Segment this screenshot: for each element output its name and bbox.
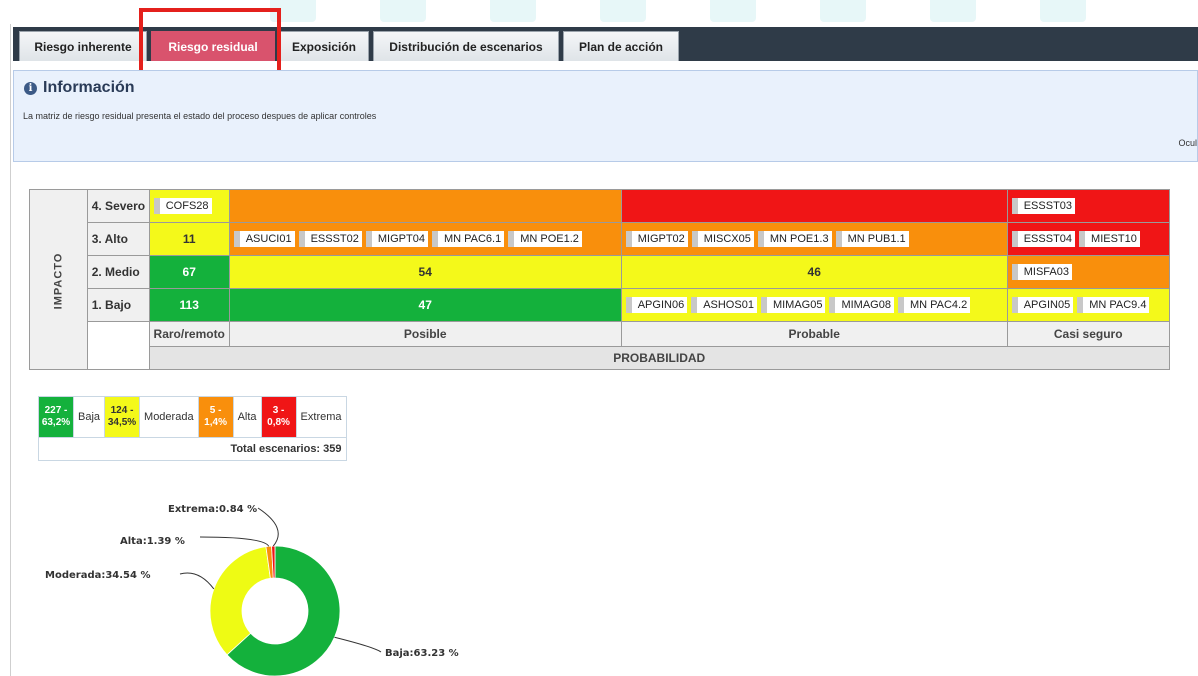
scenario-tag[interactable]: ESSST03	[1011, 198, 1076, 214]
donut-label-moderada: Moderada:34.54 %	[45, 570, 150, 581]
tab-riesgo-inherente[interactable]: Riesgo inherente	[19, 31, 147, 61]
risk-legend: 227 -63,2% Baja 124 -34,5% Moderada 5 -1…	[38, 396, 347, 461]
cell-medio-probable-count[interactable]: 46	[620, 255, 1008, 289]
cell-severo-casi-seguro: ESSST03	[1006, 189, 1170, 223]
cell-alto-probable: MIGPT02 MISCX05 MN POE1.3 MN PUB1.1	[620, 222, 1008, 256]
scenario-tag[interactable]: MN PAC9.4	[1077, 297, 1150, 313]
legend-label-extrema: Extrema	[295, 396, 347, 438]
cell-alto-posible: ASUCI01 ESSST02 MIGPT04 MN PAC6.1 MN POE1.2	[228, 222, 622, 256]
risk-donut-chart: Baja:63.23 % Moderada:34.54 % Alta:1.39 % E…	[45, 504, 459, 676]
risk-matrix: IMPACTO 4. Severo COFS28 ESSST03 3. Alto…	[29, 189, 1170, 370]
legend-label-baja: Baja	[72, 396, 106, 438]
info-description: La matriz de riesgo residual presenta el…	[23, 111, 377, 121]
cell-severo-raro: COFS28	[148, 189, 230, 223]
cell-medio-casi-seguro: MISFA03	[1006, 255, 1170, 289]
background-watermark	[230, 0, 1198, 24]
donut-leader-line	[334, 636, 382, 653]
tab-distribucion-escenarios[interactable]: Distribución de escenarios	[373, 31, 559, 61]
hide-info-link[interactable]: Ocul	[1178, 138, 1197, 148]
legend-swatch-extrema: 3 -0,8%	[260, 396, 297, 438]
tab-plan-de-accion[interactable]: Plan de acción	[563, 31, 679, 61]
cell-severo-posible	[228, 189, 622, 223]
legend-swatch-alta: 5 -1,4%	[197, 396, 234, 438]
cell-severo-probable	[620, 189, 1008, 223]
cell-alto-raro-count[interactable]: 11	[148, 222, 230, 256]
col-header-probable: Probable	[620, 321, 1008, 347]
matrix-corner-bottom	[86, 346, 150, 370]
row-label-alto: 3. Alto	[86, 222, 150, 256]
cell-bajo-casi-seguro: APGIN05 MN PAC9.4	[1006, 288, 1170, 322]
donut-label-baja: Baja:63.23 %	[385, 648, 459, 659]
donut-leader-line	[199, 536, 270, 547]
matrix-corner	[86, 321, 150, 347]
col-header-posible: Posible	[228, 321, 622, 347]
donut-label-alta: Alta:1.39 %	[120, 536, 185, 547]
donut-slice-moderada[interactable]	[209, 546, 271, 656]
scenario-tag[interactable]: MIMAG08	[829, 297, 894, 313]
info-icon: i	[24, 81, 37, 95]
col-header-casi-seguro: Casi seguro	[1006, 321, 1170, 347]
scenario-tag[interactable]: MIGPT02	[625, 231, 688, 247]
scenario-tag[interactable]: MN PAC4.2	[897, 297, 971, 313]
legend-label-moderada: Moderada	[139, 396, 199, 438]
total-scenarios: Total escenarios: 359	[38, 437, 347, 461]
scenario-tag[interactable]: ASHOS01	[691, 297, 757, 313]
scenario-tag[interactable]: MN PUB1.1	[835, 231, 909, 247]
impact-axis-label: IMPACTO	[29, 189, 88, 370]
probability-axis-label: PROBABILIDAD	[148, 346, 1170, 370]
cell-medio-raro-count[interactable]: 67	[148, 255, 230, 289]
legend-swatch-baja: 227 -63,2%	[38, 396, 74, 438]
cell-medio-posible-count[interactable]: 54	[228, 255, 622, 289]
scenario-tag[interactable]: ESSST04	[1011, 231, 1076, 247]
cell-bajo-posible-count[interactable]: 47	[228, 288, 622, 322]
scenario-tag[interactable]: MISCX05	[691, 231, 754, 247]
row-label-medio: 2. Medio	[86, 255, 150, 289]
scenario-tag[interactable]: MN POE1.3	[757, 231, 832, 247]
scenario-tag[interactable]: MIEST10	[1079, 231, 1140, 247]
cell-alto-casi-seguro: ESSST04 MIEST10	[1006, 222, 1170, 256]
legend-swatch-moderada: 124 -34,5%	[104, 396, 141, 438]
row-label-bajo: 1. Bajo	[86, 288, 150, 322]
row-label-severo: 4. Severo	[86, 189, 150, 223]
info-title: i Información	[24, 79, 135, 97]
scenario-tag[interactable]: ESSST02	[298, 231, 362, 247]
scenario-tag[interactable]: MIMAG05	[760, 297, 826, 313]
legend-label-alta: Alta	[232, 396, 262, 438]
donut-label-extrema: Extrema:0.84 %	[168, 504, 257, 515]
info-panel: i Información La matriz de riesgo residu…	[13, 70, 1198, 162]
scenario-tag[interactable]: MN PAC6.1	[431, 231, 505, 247]
scenario-tag[interactable]: MISFA03	[1011, 264, 1072, 280]
scenario-tag[interactable]: APGIN05	[1011, 297, 1074, 313]
scenario-tag[interactable]: COFS28	[153, 198, 212, 214]
info-title-text: Información	[43, 79, 135, 96]
tab-exposicion[interactable]: Exposición	[279, 31, 369, 61]
scenario-tag[interactable]: APGIN06	[625, 297, 688, 313]
cell-bajo-raro-count[interactable]: 113	[148, 288, 230, 322]
scenario-tag[interactable]: MIGPT04	[365, 231, 428, 247]
donut-leader-line	[179, 572, 215, 590]
col-header-raro: Raro/remoto	[148, 321, 230, 347]
scenario-tag[interactable]: MN POE1.2	[508, 231, 582, 247]
cell-bajo-probable: APGIN06 ASHOS01 MIMAG05 MIMAG08 MN PAC4.2	[620, 288, 1008, 322]
scenario-tag[interactable]: ASUCI01	[233, 231, 295, 247]
donut-leader-line	[257, 507, 279, 547]
